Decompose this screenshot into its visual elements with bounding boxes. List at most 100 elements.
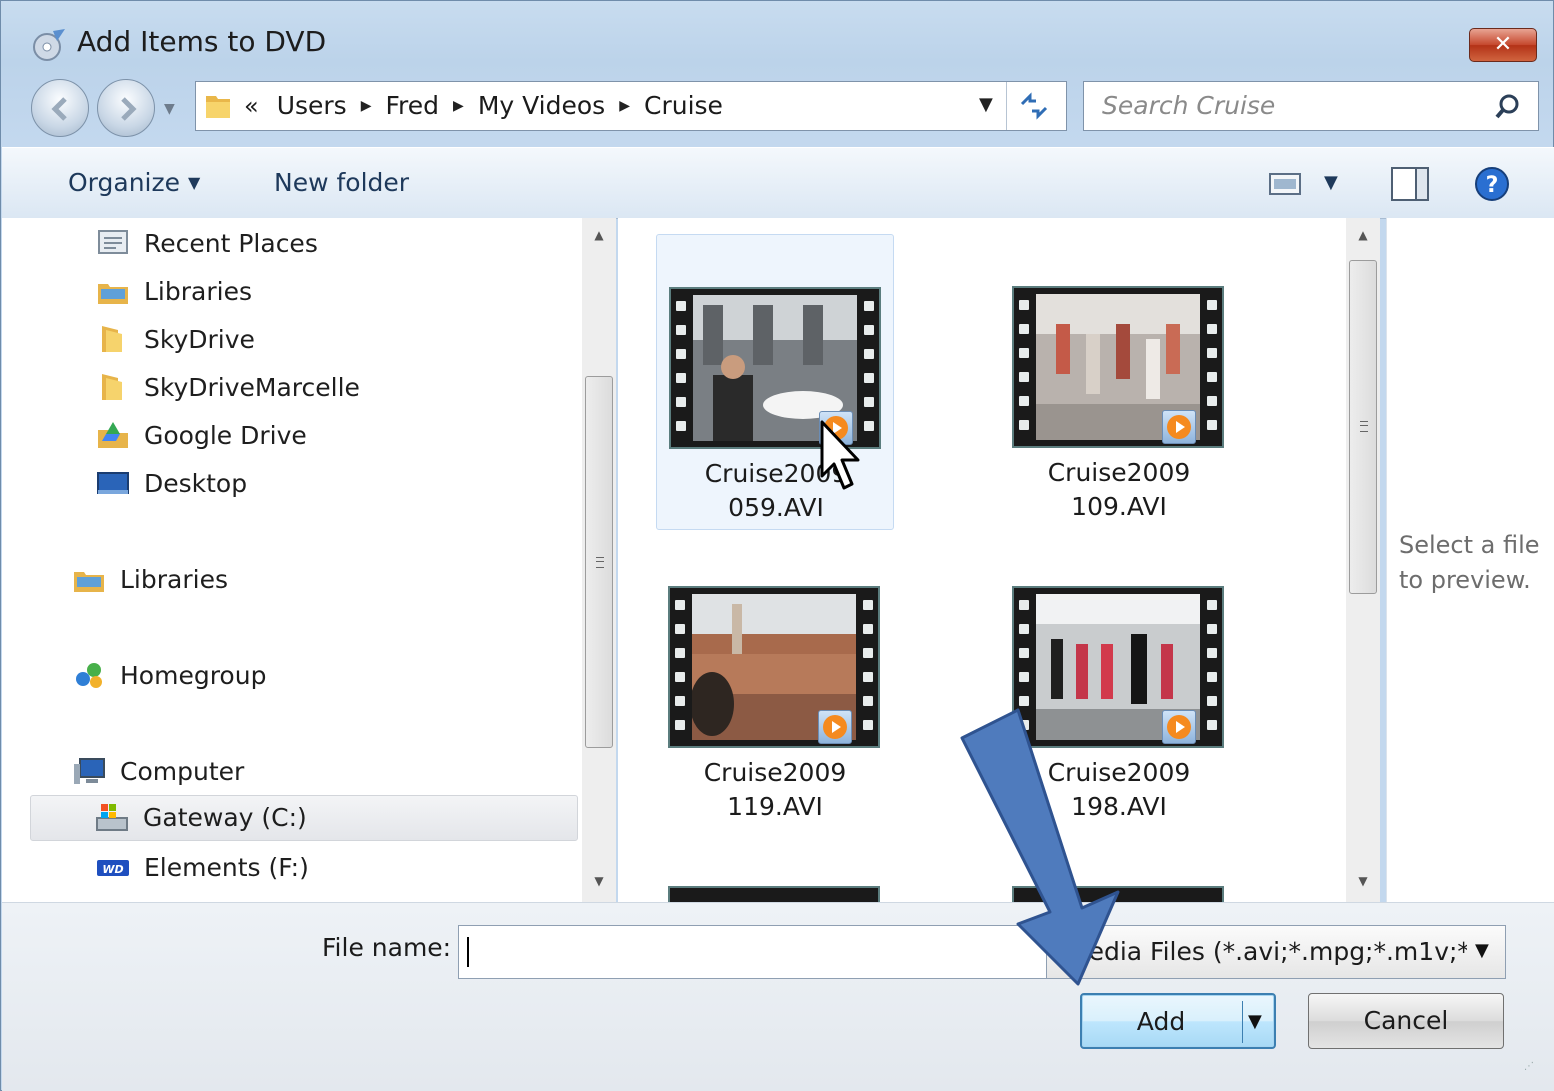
scroll-grip-icon [596,557,604,568]
change-view-icon[interactable] [1268,170,1302,198]
add-button[interactable]: Add ▼ [1080,993,1276,1049]
address-dropdown-icon[interactable]: ▼ [979,94,993,115]
film-sprocket [1207,420,1217,430]
film-sprocket [1019,600,1029,610]
breadcrumb-cruise[interactable]: Cruise [644,91,723,120]
navigation-scrollbar[interactable]: ▲ ▼ [582,218,616,902]
film-sprocket [863,624,873,634]
scroll-grip-icon [1360,421,1368,432]
chevron-down-icon: ▼ [1475,940,1489,961]
file-name: Cruise2009 119.AVI [703,758,847,821]
film-sprocket [675,720,685,730]
scroll-up-icon[interactable]: ▲ [1346,228,1380,242]
nav-item-label: Elements (F:) [144,853,309,882]
back-button[interactable] [31,79,89,137]
folder-icon [206,96,230,118]
scroll-thumb[interactable] [585,376,613,748]
address-divider [1006,82,1007,130]
preview-pane-icon[interactable] [1390,166,1430,202]
title-bar: Add Items to DVD ✕ [1,1,1553,81]
file-item[interactable]: Cruise2009 119.AVI [656,534,894,830]
search-input[interactable]: Search Cruise [1102,91,1275,120]
close-button[interactable]: ✕ [1469,28,1537,62]
breadcrumb-fred[interactable]: Fred [385,91,439,120]
film-sprocket [1207,696,1217,706]
film-sprocket [863,672,873,682]
nav-item-label: Google Drive [144,421,307,450]
scroll-down-icon[interactable]: ▼ [582,874,616,888]
breadcrumb-separator-icon[interactable]: ▶ [361,98,372,114]
file-item[interactable]: Cruise2009 109.AVI [1000,234,1238,530]
svg-text:WD: WD [102,863,123,876]
film-sprocket [676,397,686,407]
scroll-up-icon[interactable]: ▲ [582,228,616,242]
file-name: Cruise2009 109.AVI [1047,458,1191,521]
cancel-button[interactable]: Cancel [1308,993,1504,1049]
film-sprocket [864,301,874,311]
nav-item-label: Gateway (C:) [143,803,307,832]
film-sprocket [1019,396,1029,406]
nav-item-libraries[interactable]: Libraries [96,272,566,314]
chevron-down-icon: ▼ [188,173,201,192]
new-folder-button[interactable]: New folder [274,168,409,197]
film-sprocket [676,373,686,383]
breadcrumb-separator-icon[interactable]: ▶ [619,98,630,114]
address-bar[interactable]: « Users ▶ Fred ▶ My Videos ▶ Cruise ▼ [195,81,1067,131]
libraries-icon [98,284,128,304]
breadcrumb-overflow[interactable]: « [244,92,259,120]
search-icon[interactable] [1494,93,1522,121]
nav-item-skydrive[interactable]: SkyDrive [96,320,566,362]
mouse-cursor-icon [820,420,860,490]
scroll-thumb[interactable] [1349,260,1377,594]
nav-item-skydrivemarcelle[interactable]: SkyDriveMarcelle [96,368,566,410]
annotation-arrow-icon [960,708,1120,986]
breadcrumb-separator-icon[interactable]: ▶ [453,98,464,114]
film-sprocket [1019,324,1029,334]
film-sprocket [863,600,873,610]
nav-item-homegroup[interactable]: Homegroup [72,656,566,698]
scroll-down-icon[interactable]: ▼ [1346,874,1380,888]
wd-drive-icon: WD [97,860,129,876]
film-sprocket [864,373,874,383]
film-sprocket [676,325,686,335]
search-box[interactable]: Search Cruise [1083,81,1539,131]
film-sprocket [1019,672,1029,682]
computer-icon [74,758,105,784]
file-list-scrollbar[interactable]: ▲ ▼ [1346,218,1380,902]
recent-pages-dropdown[interactable]: ▼ [164,101,175,117]
film-sprocket [1207,600,1217,610]
film-sprocket [1207,396,1217,406]
refresh-icon[interactable] [1018,92,1050,120]
film-sprocket [675,696,685,706]
add-button-label: Add [1136,1007,1186,1036]
organize-button[interactable]: Organize ▼ [68,168,200,197]
help-icon[interactable]: ? [1474,166,1510,202]
dvd-maker-icon [33,29,65,61]
nav-item-computer[interactable]: Computer [72,752,566,794]
nav-item-google-drive[interactable]: Google Drive [96,416,566,458]
film-sprocket [675,648,685,658]
film-sprocket [1207,672,1217,682]
nav-item-desktop[interactable]: Desktop [96,464,566,506]
desktop-icon [97,472,129,494]
nav-item-recent-places[interactable]: Recent Places [96,224,566,266]
preview-pane: Select a file to preview. [1386,218,1554,902]
nav-item-elements-f[interactable]: WD Elements (F:) [96,848,566,890]
film-sprocket [863,648,873,658]
breadcrumb-my-videos[interactable]: My Videos [478,91,605,120]
view-options-dropdown-icon[interactable]: ▼ [1324,172,1338,193]
film-sprocket [676,349,686,359]
add-options-dropdown-icon[interactable]: ▼ [1248,995,1262,1049]
play-icon [1162,710,1196,744]
resize-grip-icon[interactable]: ⋰ [1524,1061,1535,1072]
film-sprocket [676,421,686,431]
nav-item-libraries-root[interactable]: Libraries [72,560,566,602]
breadcrumb: « Users ▶ Fred ▶ My Videos ▶ Cruise [244,91,723,120]
forward-button[interactable] [97,79,155,137]
film-sprocket [1207,372,1217,382]
video-thumbnail-partial[interactable] [668,886,880,902]
film-sprocket [1019,420,1029,430]
play-icon [818,710,852,744]
breadcrumb-users[interactable]: Users [277,91,347,120]
nav-item-gateway-c[interactable]: Gateway (C:) [30,795,578,841]
